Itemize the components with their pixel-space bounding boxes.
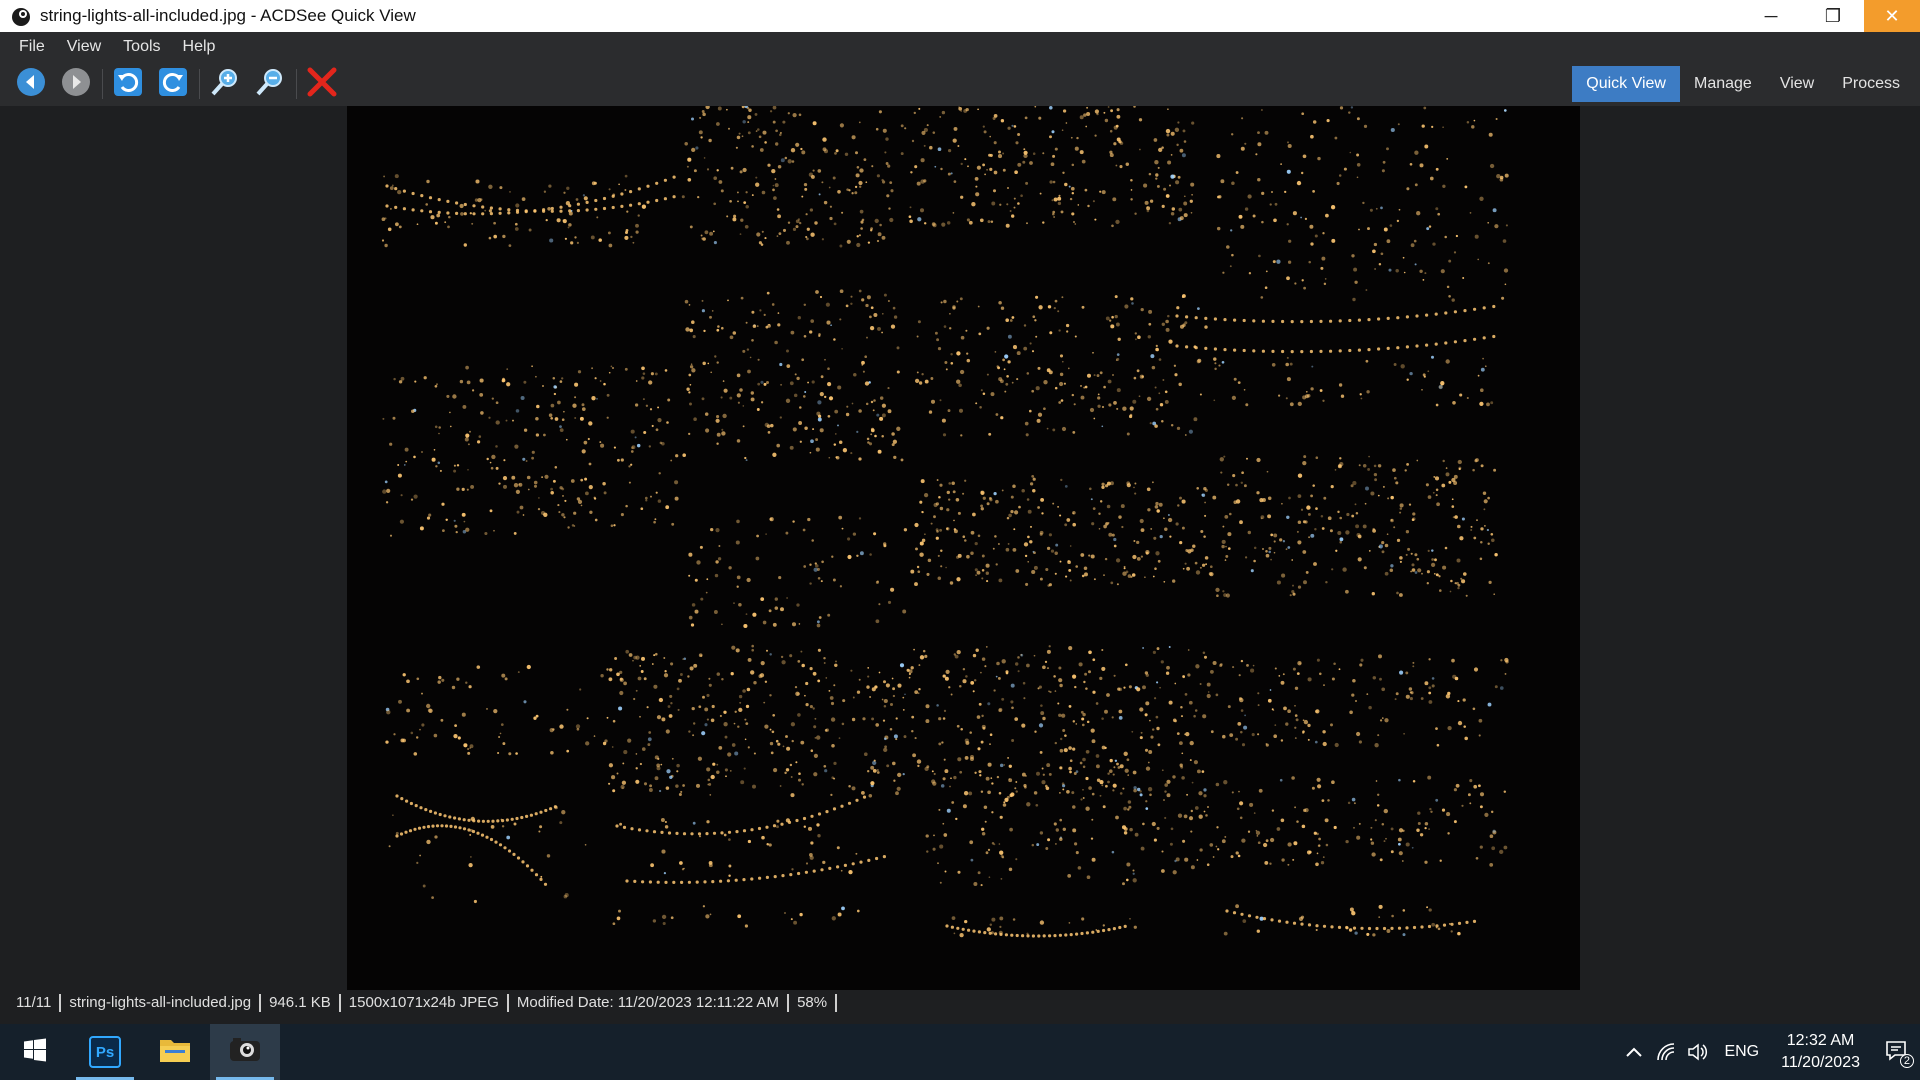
taskbar-photoshop[interactable]: Ps xyxy=(70,1024,140,1080)
menu-file[interactable]: File xyxy=(8,38,56,56)
tab-manage[interactable]: Manage xyxy=(1680,66,1766,102)
taskbar-file-explorer[interactable] xyxy=(140,1024,210,1080)
previous-image-button[interactable] xyxy=(12,65,50,103)
tab-process[interactable]: Process xyxy=(1828,66,1914,102)
notification-center[interactable]: 2 xyxy=(1872,1024,1920,1080)
tab-quick-view[interactable]: Quick View xyxy=(1572,66,1680,102)
rotate-left-icon xyxy=(112,66,144,103)
back-icon xyxy=(15,66,47,103)
taskbar: Ps ENG 12:32 AM 11/20/2023 2 xyxy=(0,1024,1920,1080)
network-icon[interactable] xyxy=(1650,1024,1682,1080)
start-button[interactable] xyxy=(0,1024,70,1080)
menu-view[interactable]: View xyxy=(56,38,112,56)
system-tray: ENG 12:32 AM 11/20/2023 2 xyxy=(1618,1024,1920,1080)
toolbar-separator xyxy=(199,69,200,99)
clock-time: 12:32 AM xyxy=(1786,1032,1855,1049)
close-button[interactable]: ✕ xyxy=(1864,0,1920,32)
forward-icon xyxy=(60,66,92,103)
notification-count: 2 xyxy=(1899,1054,1914,1068)
menu-bar: File View Tools Help xyxy=(0,32,1920,62)
rotate-right-button[interactable] xyxy=(154,65,192,103)
tab-view[interactable]: View xyxy=(1766,66,1828,102)
status-zoom: 58% xyxy=(789,994,838,1012)
status-modified: Modified Date: 11/20/2023 12:11:22 AM xyxy=(509,994,790,1012)
status-index: 11/11 xyxy=(8,994,62,1012)
windows-start-icon xyxy=(23,1038,47,1067)
restore-button[interactable]: ❐ xyxy=(1802,0,1864,32)
image-viewer[interactable] xyxy=(8,106,1912,990)
rotate-left-button[interactable] xyxy=(109,65,147,103)
next-image-button[interactable] xyxy=(57,65,95,103)
menu-help[interactable]: Help xyxy=(172,38,227,56)
acdsee-app-icon xyxy=(10,5,32,27)
toolbar: Quick View Manage View Process xyxy=(0,62,1920,106)
delete-button[interactable] xyxy=(303,65,341,103)
rotate-right-icon xyxy=(157,66,189,103)
mode-tabs: Quick View Manage View Process xyxy=(1572,66,1914,102)
displayed-image xyxy=(347,106,1580,990)
window-title: string-lights-all-included.jpg - ACDSee … xyxy=(40,6,416,25)
toolbar-separator xyxy=(102,69,103,99)
zoom-out-icon xyxy=(254,66,286,103)
toolbar-separator xyxy=(296,69,297,99)
file-explorer-icon xyxy=(159,1036,191,1069)
zoom-out-button[interactable] xyxy=(251,65,289,103)
input-language[interactable]: ENG xyxy=(1714,1043,1769,1061)
delete-icon xyxy=(305,65,339,104)
zoom-in-button[interactable] xyxy=(206,65,244,103)
photoshop-icon: Ps xyxy=(89,1036,121,1068)
zoom-in-icon xyxy=(209,66,241,103)
menu-tools[interactable]: Tools xyxy=(112,38,171,56)
string-lights-photo xyxy=(381,106,1509,938)
taskbar-acdsee[interactable] xyxy=(210,1024,280,1080)
status-filesize: 946.1 KB xyxy=(261,994,341,1012)
status-bar: 11/11 string-lights-all-included.jpg 946… xyxy=(0,990,1920,1016)
title-bar: string-lights-all-included.jpg - ACDSee … xyxy=(0,0,1920,32)
clock-date: 11/20/2023 xyxy=(1781,1054,1860,1071)
status-filename: string-lights-all-included.jpg xyxy=(61,994,262,1012)
volume-icon[interactable] xyxy=(1682,1024,1714,1080)
clock[interactable]: 12:32 AM 11/20/2023 xyxy=(1769,1030,1872,1074)
acdsee-icon xyxy=(228,1035,262,1070)
minimize-button[interactable]: ─ xyxy=(1740,0,1802,32)
chevron-up-icon[interactable] xyxy=(1618,1024,1650,1080)
status-dimensions: 1500x1071x24b JPEG xyxy=(341,994,509,1012)
